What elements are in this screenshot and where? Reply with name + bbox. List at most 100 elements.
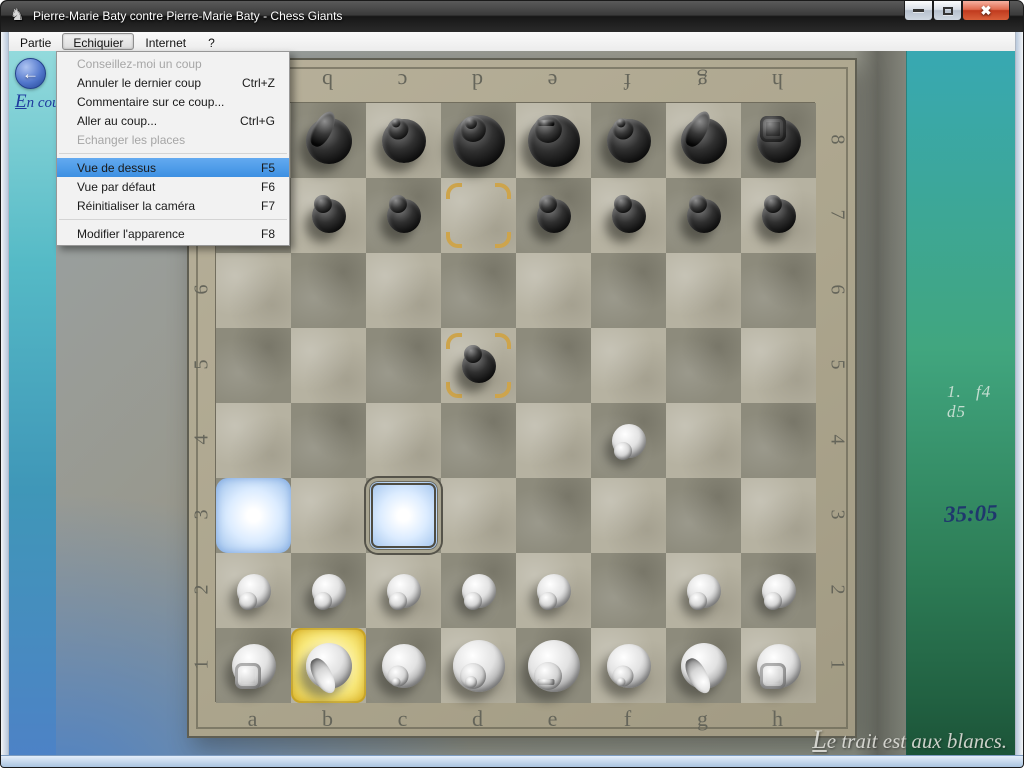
square-h4[interactable] bbox=[741, 403, 816, 478]
piece-white-queen-d1[interactable] bbox=[441, 628, 516, 703]
square-h3[interactable] bbox=[741, 478, 816, 553]
piece-white-pawn-e2[interactable] bbox=[516, 553, 591, 628]
square-e4[interactable] bbox=[516, 403, 591, 478]
square-b4[interactable] bbox=[291, 403, 366, 478]
square-f6[interactable] bbox=[591, 253, 666, 328]
piece-black-knight-g8[interactable] bbox=[666, 103, 741, 178]
menubar: PartieEchiquierInternet? bbox=[9, 32, 1017, 51]
piece-black-queen-d8[interactable] bbox=[441, 103, 516, 178]
file-label-top-c: c bbox=[365, 68, 440, 94]
piece-black-king-e8[interactable] bbox=[516, 103, 591, 178]
square-a4[interactable] bbox=[216, 403, 291, 478]
square-h6[interactable] bbox=[741, 253, 816, 328]
piece-tip bbox=[392, 678, 401, 687]
square-e3[interactable] bbox=[516, 478, 591, 553]
menu-item-reinitialiser-la-camera[interactable]: Réinitialiser la caméraF7 bbox=[57, 196, 289, 215]
square-b3[interactable] bbox=[291, 478, 366, 553]
piece-black-pawn-e7[interactable] bbox=[516, 178, 591, 253]
piece-white-pawn-f4[interactable] bbox=[591, 403, 666, 478]
square-d6[interactable] bbox=[441, 253, 516, 328]
piece-white-bishop-c1[interactable] bbox=[366, 628, 441, 703]
piece-black-pawn-b7[interactable] bbox=[291, 178, 366, 253]
app-window: ♞ Pierre-Marie Baty contre Pierre-Marie … bbox=[0, 0, 1024, 768]
piece-white-pawn-g2[interactable] bbox=[666, 553, 741, 628]
square-f2[interactable] bbox=[591, 553, 666, 628]
menu-item-label: Modifier l'apparence bbox=[77, 227, 243, 241]
piece-black-pawn-f7[interactable] bbox=[591, 178, 666, 253]
file-label-bottom-c: c bbox=[365, 706, 440, 732]
back-button[interactable]: ← bbox=[15, 58, 46, 89]
square-e5[interactable] bbox=[516, 328, 591, 403]
highlight-move-glow-framed-c3[interactable] bbox=[366, 478, 441, 553]
highlight-move-glow-a3[interactable] bbox=[216, 478, 291, 553]
rank-label-right-5: 5 bbox=[825, 327, 849, 402]
square-c5[interactable] bbox=[366, 328, 441, 403]
menubar-item-item[interactable]: ? bbox=[197, 33, 226, 50]
piece-white-king-e1[interactable] bbox=[516, 628, 591, 703]
piece-white-pawn-h2[interactable] bbox=[741, 553, 816, 628]
piece-head bbox=[539, 592, 557, 610]
piece-white-pawn-c2[interactable] bbox=[366, 553, 441, 628]
file-label-bottom-a: a bbox=[215, 706, 290, 732]
square-d3[interactable] bbox=[441, 478, 516, 553]
piece-white-rook-h1[interactable] bbox=[741, 628, 816, 703]
menubar-item-internet[interactable]: Internet bbox=[134, 33, 197, 50]
piece-head bbox=[689, 195, 707, 213]
file-label-bottom-e: e bbox=[515, 706, 590, 732]
close-button[interactable]: ✖ bbox=[962, 1, 1010, 21]
piece-black-pawn-h7[interactable] bbox=[741, 178, 816, 253]
menu-item-modifier-l-apparence[interactable]: Modifier l'apparenceF8 bbox=[57, 224, 289, 243]
piece-black-bishop-c8[interactable] bbox=[366, 103, 441, 178]
piece-head bbox=[239, 592, 257, 610]
piece-white-knight-b1[interactable] bbox=[291, 628, 366, 703]
piece-head bbox=[314, 592, 332, 610]
square-a5[interactable] bbox=[216, 328, 291, 403]
menubar-item-echiquier[interactable]: Echiquier bbox=[62, 33, 134, 50]
menu-item-commentaire-sur-ce-coup[interactable]: Commentaire sur ce coup... bbox=[57, 92, 289, 111]
menu-item-shortcut: Ctrl+Z bbox=[242, 76, 275, 90]
window-border-bottom bbox=[1, 755, 1024, 767]
square-f3[interactable] bbox=[591, 478, 666, 553]
piece-head bbox=[534, 662, 562, 690]
square-g3[interactable] bbox=[666, 478, 741, 553]
piece-white-pawn-b2[interactable] bbox=[291, 553, 366, 628]
square-h5[interactable] bbox=[741, 328, 816, 403]
menu-item-shortcut: F7 bbox=[261, 199, 275, 213]
piece-black-rook-h8[interactable] bbox=[741, 103, 816, 178]
square-e6[interactable] bbox=[516, 253, 591, 328]
square-c4[interactable] bbox=[366, 403, 441, 478]
menu-item-vue-de-dessus[interactable]: Vue de dessusF5 bbox=[57, 158, 289, 177]
minimize-button[interactable] bbox=[904, 1, 933, 21]
piece-white-pawn-a2[interactable] bbox=[216, 553, 291, 628]
square-c6[interactable] bbox=[366, 253, 441, 328]
menu-item-conseillez-moi-un-coup: Conseillez-moi un coup bbox=[57, 54, 289, 73]
square-g6[interactable] bbox=[666, 253, 741, 328]
piece-white-knight-g1[interactable] bbox=[666, 628, 741, 703]
piece-black-pawn-g7[interactable] bbox=[666, 178, 741, 253]
menu-item-vue-par-defaut[interactable]: Vue par défautF6 bbox=[57, 177, 289, 196]
piece-black-pawn-c7[interactable] bbox=[366, 178, 441, 253]
piece-white-rook-a1[interactable] bbox=[216, 628, 291, 703]
square-b6[interactable] bbox=[291, 253, 366, 328]
square-g5[interactable] bbox=[666, 328, 741, 403]
menu-item-annuler-le-dernier-coup[interactable]: Annuler le dernier coupCtrl+Z bbox=[57, 73, 289, 92]
square-b5[interactable] bbox=[291, 328, 366, 403]
piece-white-pawn-d2[interactable] bbox=[441, 553, 516, 628]
piece-black-pawn-d5[interactable] bbox=[441, 328, 516, 403]
menu-item-shortcut: F5 bbox=[261, 161, 275, 175]
piece-tip bbox=[538, 679, 555, 685]
piece-tip bbox=[617, 678, 626, 687]
menu-item-aller-au-coup[interactable]: Aller au coup...Ctrl+G bbox=[57, 111, 289, 130]
piece-black-knight-b8[interactable] bbox=[291, 103, 366, 178]
piece-head bbox=[760, 116, 786, 142]
menubar-item-partie[interactable]: Partie bbox=[9, 33, 62, 50]
square-g4[interactable] bbox=[666, 403, 741, 478]
square-d4[interactable] bbox=[441, 403, 516, 478]
piece-white-bishop-f1[interactable] bbox=[591, 628, 666, 703]
square-a6[interactable] bbox=[216, 253, 291, 328]
piece-head bbox=[389, 195, 407, 213]
close-icon: ✖ bbox=[981, 3, 992, 19]
piece-black-bishop-f8[interactable] bbox=[591, 103, 666, 178]
maximize-button[interactable] bbox=[933, 1, 962, 21]
square-f5[interactable] bbox=[591, 328, 666, 403]
